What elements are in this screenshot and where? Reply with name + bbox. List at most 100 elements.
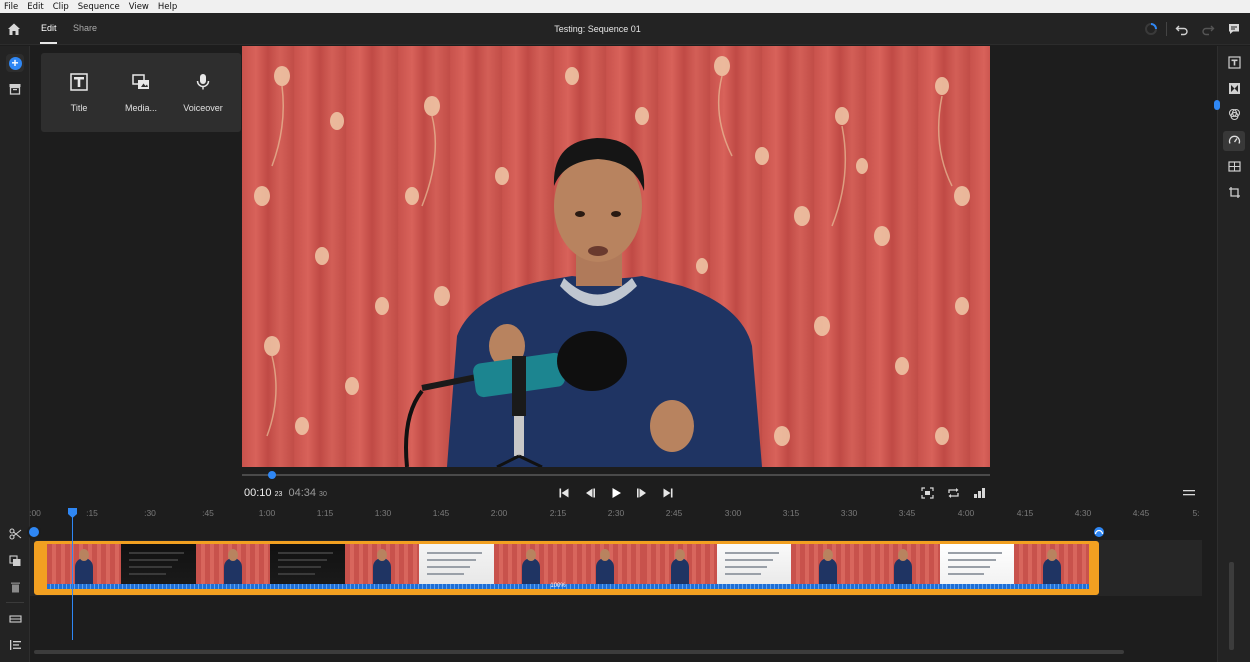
ruler-tick: :00: [29, 508, 41, 518]
thumbnail-person: [372, 558, 391, 584]
loop-icon[interactable]: [947, 487, 960, 499]
thumbnail-screen-line: [129, 559, 178, 561]
thumbnail-screen-line: [427, 566, 470, 568]
fit-frame-icon[interactable]: [921, 487, 934, 499]
thumbnail-person-head: [228, 549, 239, 561]
thumbnail-person-head: [897, 549, 908, 561]
clip-thumbnail: [567, 544, 643, 584]
sequence-title: Testing: Sequence 01: [554, 24, 641, 34]
add-title-button[interactable]: Title: [49, 73, 109, 116]
timeline-list-icon[interactable]: [9, 639, 22, 651]
menu-sequence[interactable]: Sequence: [78, 2, 120, 12]
thumbnail-screen-line: [948, 566, 991, 568]
media-icon: [132, 74, 149, 89]
ruler-tick: 1:30: [374, 508, 392, 518]
duplicate-icon[interactable]: [9, 555, 22, 567]
add-voiceover-button[interactable]: Voiceover: [173, 73, 233, 116]
clip-thumbnail: [493, 544, 568, 584]
delete-trash-icon[interactable]: [9, 581, 22, 593]
thumbnail-person: [75, 558, 94, 584]
toolbar-divider: [6, 602, 24, 603]
microphone-icon: [196, 74, 210, 90]
menu-bar: File Edit Clip Sequence View Help: [0, 0, 1250, 13]
thumbnail-screen-line: [724, 559, 774, 561]
color-icon[interactable]: [1228, 108, 1241, 121]
thumbnail-person-head: [376, 549, 387, 561]
timeline-menu-icon[interactable]: [1183, 489, 1195, 497]
step-forward-icon[interactable]: [636, 487, 648, 499]
resolution-icon[interactable]: [973, 487, 986, 499]
plus-icon: +: [8, 56, 22, 70]
curtain-flowers-image: [254, 56, 970, 467]
playhead-line: [72, 510, 73, 640]
ruler-tick: 3:30: [840, 508, 858, 518]
ruler-tick: 4:45: [1132, 508, 1150, 518]
duration-time: 04:34: [288, 487, 316, 499]
timeline-ruler[interactable]: :00 :15 :30 :45 1:00 1:15 1:30 1:45 2:00…: [29, 508, 1216, 522]
timeline-clip[interactable]: 100%: [34, 541, 1099, 595]
clip-thumbnail: [642, 544, 717, 584]
app-header: Edit Share Testing: Sequence 01: [0, 13, 1250, 45]
thumbnail-person: [1042, 558, 1061, 584]
thumbnail-screen-line: [724, 566, 768, 568]
skip-to-end-icon[interactable]: [662, 487, 674, 499]
speed-icon[interactable]: [1228, 134, 1241, 147]
thumbnail-person: [819, 558, 838, 584]
step-back-icon[interactable]: [584, 487, 596, 499]
ruler-tick: 4:30: [1074, 508, 1092, 518]
menu-view[interactable]: View: [129, 2, 149, 12]
timeline-horizontal-scrollbar[interactable]: [34, 650, 1124, 654]
clip-thumbnail: [47, 544, 122, 584]
thumbnail-screen-line: [427, 573, 464, 575]
clip-thumbnail: [791, 544, 866, 584]
archive-icon[interactable]: [8, 82, 22, 96]
undo-icon[interactable]: [1175, 22, 1189, 36]
menu-help[interactable]: Help: [158, 2, 177, 12]
text-properties-icon[interactable]: [1228, 56, 1241, 69]
duration-frames: 30: [319, 491, 327, 498]
clip-thumbnail: [419, 544, 494, 584]
split-scissors-icon[interactable]: [9, 528, 22, 540]
thumbnail-screen-line: [129, 566, 172, 568]
comments-icon[interactable]: [1227, 22, 1241, 36]
thumbnail-screen-line: [129, 573, 166, 575]
scrubber-handle[interactable]: [267, 471, 276, 479]
menu-edit[interactable]: Edit: [27, 2, 43, 12]
thumbnail-screen-line: [278, 559, 327, 561]
play-icon[interactable]: [610, 487, 622, 499]
thumbnail-screen-line: [948, 552, 1003, 554]
thumbnail-screen-line: [724, 552, 780, 554]
skip-to-start-icon[interactable]: [558, 487, 570, 499]
ruler-tick: 2:00: [490, 508, 508, 518]
progress-spinner-icon: [1145, 23, 1157, 35]
menu-file[interactable]: File: [4, 2, 18, 12]
add-media-panel: Title Media... Voiceover: [41, 53, 241, 132]
playback-scrubber[interactable]: [242, 474, 990, 476]
thumbnail-person: [893, 558, 912, 584]
header-divider: [1166, 22, 1167, 36]
transition-icon[interactable]: [1228, 82, 1241, 95]
clip-out-handle[interactable]: [1092, 525, 1106, 539]
menu-clip[interactable]: Clip: [53, 2, 69, 12]
thumbnail-person: [596, 558, 615, 584]
video-preview[interactable]: [242, 46, 990, 467]
thumbnail-screen-line: [278, 566, 321, 568]
tab-active-indicator: [40, 42, 57, 44]
ruler-tick: 1:00: [258, 508, 276, 518]
current-frames: 23: [274, 491, 283, 498]
ruler-tick: 4:00: [957, 508, 975, 518]
clip-in-handle[interactable]: [27, 525, 41, 539]
crop-icon[interactable]: [1228, 186, 1241, 199]
timeline-vertical-scrollbar[interactable]: [1229, 562, 1234, 650]
thumbnail-person-head: [674, 549, 685, 561]
redo-icon[interactable]: [1201, 22, 1215, 36]
thumbnail-person: [670, 558, 689, 584]
title-icon: [70, 73, 88, 91]
add-media-button[interactable]: Media...: [111, 73, 171, 116]
thumbnail-screen-line: [948, 559, 997, 561]
ruler-tick: 2:15: [549, 508, 567, 518]
ruler-tick: 1:15: [316, 508, 334, 518]
audio-icon[interactable]: [1228, 160, 1241, 173]
add-button[interactable]: +: [6, 54, 24, 72]
track-view-icon[interactable]: [9, 613, 22, 625]
